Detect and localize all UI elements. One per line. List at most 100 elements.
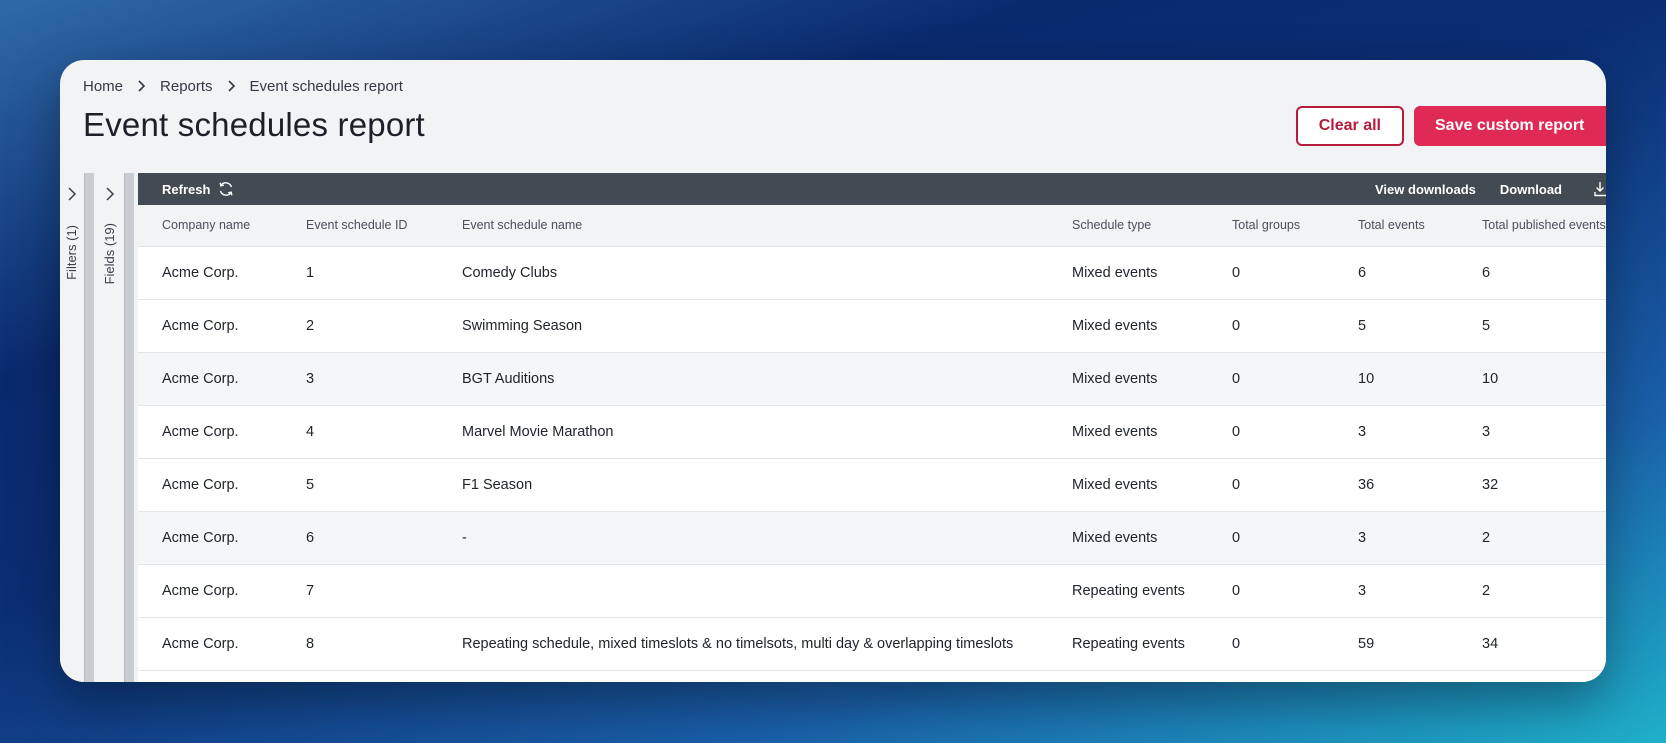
view-downloads-link[interactable]: View downloads [1375, 182, 1476, 197]
breadcrumb-current: Event schedules report [249, 78, 403, 95]
table-cell: 3 [1358, 582, 1367, 599]
table-cell: 2 [306, 317, 315, 334]
table-row[interactable]: Acme Corp. 7 Repeating events 0 3 2 [138, 564, 1606, 617]
table-cell: 0 [1232, 582, 1241, 599]
clear-all-button[interactable]: Clear all [1295, 106, 1404, 146]
refresh-label: Refresh [162, 181, 211, 197]
table-cell: 6 [1358, 264, 1367, 281]
toolbar-right: View downloads Download [1375, 181, 1606, 197]
table-cell: 36 [1358, 476, 1375, 493]
table-cell: Marvel Movie Marathon [462, 423, 614, 440]
table-cell: 10 [1358, 370, 1375, 387]
fields-label: Fields (19) [102, 223, 117, 285]
breadcrumb: Home Reports Event schedules report [83, 78, 403, 95]
header-actions: Clear all Save custom report [1295, 106, 1606, 146]
table-cell: Acme Corp. [162, 423, 239, 440]
table-cell: 6 [306, 529, 315, 546]
table-cell: 0 [1232, 370, 1241, 387]
table-cell: Mixed events [1072, 370, 1158, 387]
report-table: Company name Event schedule ID Event sch… [138, 205, 1606, 671]
table-cell: 2 [1482, 529, 1491, 546]
table-cell: 3 [1482, 423, 1491, 440]
table-cell: Repeating events [1072, 582, 1185, 599]
table-row[interactable]: Acme Corp. 4 Marvel Movie Marathon Mixed ev… [138, 405, 1606, 458]
save-custom-report-button[interactable]: Save custom report [1414, 106, 1606, 146]
table-cell: F1 Season [462, 476, 533, 493]
table-row[interactable]: Acme Corp. 8 Repeating schedule, mixed tim… [138, 617, 1606, 670]
table-cell: 0 [1232, 635, 1241, 652]
table-cell: 5 [1358, 317, 1367, 334]
table-cell: Mixed events [1072, 423, 1158, 440]
table-cell: Acme Corp. [162, 476, 239, 493]
table-cell: 0 [1232, 264, 1241, 281]
table-cell: 5 [1482, 317, 1491, 334]
table-cell: 3 [306, 370, 315, 387]
table-cell: 0 [1232, 423, 1241, 440]
download-label: Download [1499, 181, 1562, 197]
chevron-right-icon [227, 79, 236, 95]
table-cell: 8 [306, 635, 315, 652]
table-cell: 0 [1232, 529, 1241, 546]
filters-panel-toggle[interactable]: Filters (1) [60, 173, 84, 682]
table-cell: Mixed events [1072, 476, 1158, 493]
filters-label: Filters (1) [64, 225, 79, 280]
report-table-area: Refresh View downloads Download Company … [138, 173, 1606, 682]
table-cell: 5 [306, 476, 315, 493]
table-cell: 4 [306, 423, 315, 440]
download-icon [1594, 182, 1606, 197]
column-header[interactable]: Event schedule name [438, 205, 1048, 247]
table-cell: 2 [1482, 582, 1491, 599]
breadcrumb-reports[interactable]: Reports [160, 78, 213, 95]
column-header[interactable]: Event schedule ID [282, 205, 438, 247]
column-header[interactable]: Total published events [1458, 205, 1606, 247]
table-cell: 7 [306, 582, 315, 599]
table-cell: Mixed events [1072, 317, 1158, 334]
refresh-icon [219, 182, 233, 196]
table-cell: Repeating schedule, mixed timeslots & no… [462, 635, 1014, 652]
table-cell: Acme Corp. [162, 529, 239, 546]
table-cell: 3 [1358, 529, 1367, 546]
filters-scrollbar[interactable] [84, 173, 94, 682]
table-cell: Acme Corp. [162, 264, 239, 281]
table-cell: 34 [1482, 635, 1499, 652]
table-cell: - [462, 529, 467, 546]
table-row[interactable]: Acme Corp. 2 Swimming Season Mixed events 0 5… [138, 299, 1606, 352]
table-cell: Comedy Clubs [462, 264, 558, 281]
page-title: Event schedules report [83, 106, 425, 143]
table-row[interactable]: Acme Corp. 5 F1 Season Mixed events 0 36 32 [138, 458, 1606, 511]
column-header[interactable]: Company name [138, 205, 282, 247]
table-row[interactable]: Acme Corp. 1 Comedy Clubs Mixed events 0 6 6 [138, 246, 1606, 299]
table-header-row: Company name Event schedule ID Event sch… [138, 205, 1606, 247]
column-header[interactable]: Schedule type [1048, 205, 1208, 247]
table-cell: Acme Corp. [162, 582, 239, 599]
refresh-button[interactable]: Refresh [162, 181, 234, 197]
chevron-right-icon [65, 187, 79, 201]
table-toolbar: Refresh View downloads Download [138, 173, 1606, 205]
table-cell: 59 [1358, 635, 1375, 652]
fields-scrollbar[interactable] [124, 173, 134, 682]
table-cell: 32 [1482, 476, 1499, 493]
table-cell: Mixed events [1072, 264, 1158, 281]
table-cell: Repeating events [1072, 635, 1185, 652]
table-cell: 1 [306, 264, 315, 281]
table-row[interactable]: Acme Corp. 6 - Mixed events 0 3 2 [138, 511, 1606, 564]
download-button[interactable]: Download [1500, 181, 1606, 197]
table-cell: BGT Auditions [462, 370, 555, 387]
breadcrumb-home[interactable]: Home [83, 78, 123, 95]
table-cell: Swimming Season [462, 317, 583, 334]
chevron-right-icon [137, 79, 146, 95]
table-cell: 3 [1358, 423, 1367, 440]
table-cell: Acme Corp. [162, 635, 239, 652]
table-cell: 10 [1482, 370, 1499, 387]
column-header[interactable]: Total groups [1208, 205, 1334, 247]
side-panels: Filters (1) Fields (19) [60, 173, 138, 682]
fields-panel-toggle[interactable]: Fields (19) [98, 173, 122, 682]
table-cell: Mixed events [1072, 529, 1158, 546]
table-cell: Acme Corp. [162, 317, 239, 334]
table-row[interactable]: Acme Corp. 3 BGT Auditions Mixed events 0 10 1… [138, 352, 1606, 405]
table-cell: 0 [1232, 317, 1241, 334]
column-header[interactable]: Total events [1334, 205, 1458, 247]
table-cell: 6 [1482, 264, 1491, 281]
chevron-right-icon [103, 187, 117, 201]
table-cell: Acme Corp. [162, 370, 239, 387]
